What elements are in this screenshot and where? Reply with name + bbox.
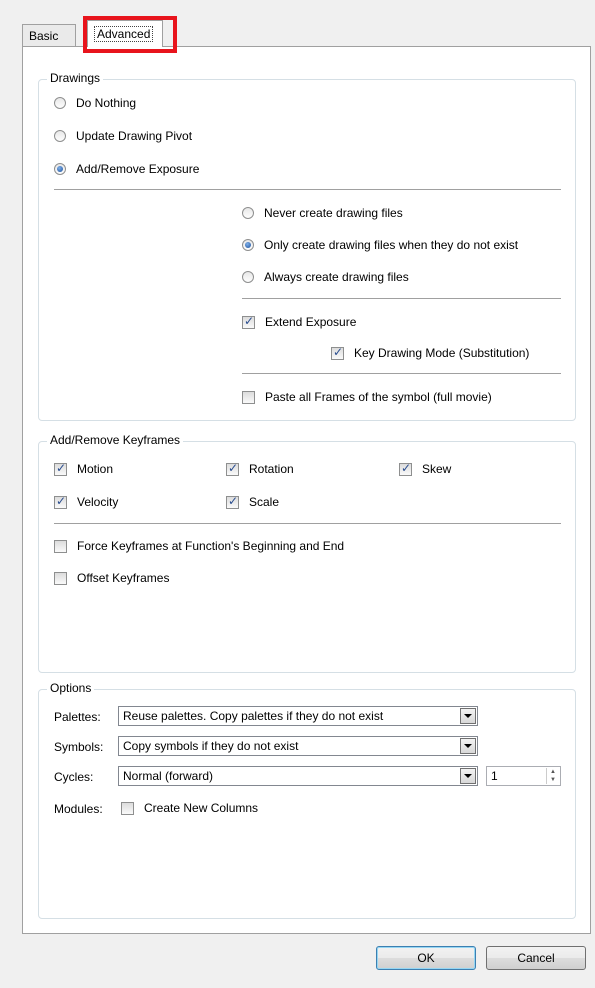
drawings-group: Drawings Do Nothing Update Drawing Pivot… [38, 71, 576, 421]
drawings-separator-1 [54, 189, 561, 190]
radio-indicator [242, 239, 254, 251]
checkbox-indicator [226, 494, 239, 509]
options-group: Options Palettes: Reuse palettes. Copy p… [38, 681, 576, 919]
checkbox-indicator [242, 390, 255, 404]
radio-always-create-files[interactable]: Always create drawing files [242, 270, 409, 284]
checkbox-motion[interactable]: Motion [54, 461, 114, 476]
palettes-dropdown[interactable]: Reuse palettes. Copy palettes if they do… [118, 706, 478, 726]
radio-update-drawing-pivot[interactable]: Update Drawing Pivot [54, 129, 192, 143]
checkbox-create-new-columns[interactable]: Create New Columns [121, 801, 258, 815]
tab-basic-label: Basic [29, 29, 59, 43]
radio-label: Only create drawing files when they do n… [264, 238, 519, 252]
checkbox-label: Offset Keyframes [77, 571, 170, 585]
radio-only-create-files[interactable]: Only create drawing files when they do n… [242, 238, 518, 252]
checkbox-label: Force Keyframes at Function's Beginning … [77, 539, 345, 553]
modules-label: Modules: [54, 802, 103, 816]
checkbox-label: Create New Columns [144, 801, 259, 815]
cycles-dropdown[interactable]: Normal (forward) [118, 766, 478, 786]
options-group-title: Options [47, 681, 95, 695]
radio-label: Add/Remove Exposure [76, 162, 200, 176]
checkbox-skew[interactable]: Skew [399, 461, 452, 476]
symbols-dropdown[interactable]: Copy symbols if they do not exist [118, 736, 478, 756]
drawings-group-title: Drawings [47, 71, 104, 85]
drawings-separator-3 [242, 373, 561, 374]
radio-indicator [242, 207, 254, 219]
radio-never-create-files[interactable]: Never create drawing files [242, 206, 403, 220]
cycles-label: Cycles: [54, 770, 94, 784]
tab-advanced-label: Advanced [94, 26, 154, 42]
radio-indicator [54, 97, 66, 109]
chevron-down-icon[interactable] [460, 738, 476, 754]
radio-label: Update Drawing Pivot [76, 129, 193, 143]
radio-do-nothing[interactable]: Do Nothing [54, 96, 136, 110]
tab-advanced[interactable]: Advanced [87, 20, 163, 47]
spin-arrows-icon[interactable]: ▲ ▼ [546, 768, 559, 784]
cancel-button[interactable]: Cancel [486, 946, 586, 970]
tab-basic[interactable]: Basic [22, 24, 76, 46]
checkbox-label: Key Drawing Mode (Substitution) [354, 346, 530, 360]
checkbox-indicator [121, 801, 134, 815]
ok-button[interactable]: OK [376, 946, 476, 970]
advanced-panel: Drawings Do Nothing Update Drawing Pivot… [22, 46, 591, 934]
checkbox-label: Paste all Frames of the symbol (full mov… [265, 390, 492, 404]
symbols-label: Symbols: [54, 740, 104, 754]
checkbox-label: Skew [422, 462, 452, 476]
checkbox-paste-all-frames[interactable]: Paste all Frames of the symbol (full mov… [242, 390, 492, 404]
radio-indicator [54, 163, 66, 175]
checkbox-rotation[interactable]: Rotation [226, 461, 294, 476]
chevron-down-icon[interactable] [460, 768, 476, 784]
palettes-label: Palettes: [54, 710, 101, 724]
radio-label: Always create drawing files [264, 270, 409, 284]
radio-add-remove-exposure[interactable]: Add/Remove Exposure [54, 162, 199, 176]
checkbox-key-drawing-mode[interactable]: Key Drawing Mode (Substitution) [331, 345, 530, 360]
checkbox-label: Velocity [77, 495, 119, 509]
checkbox-indicator [331, 345, 344, 360]
checkbox-extend-exposure[interactable]: Extend Exposure [242, 314, 357, 329]
checkbox-label: Scale [249, 495, 280, 509]
checkbox-indicator [54, 461, 67, 476]
checkbox-indicator [226, 461, 239, 476]
keyframes-group-title: Add/Remove Keyframes [47, 433, 184, 447]
radio-label: Never create drawing files [264, 206, 403, 220]
checkbox-velocity[interactable]: Velocity [54, 494, 119, 509]
checkbox-label: Rotation [249, 462, 294, 476]
cancel-button-label: Cancel [517, 951, 555, 965]
checkbox-label: Extend Exposure [265, 315, 357, 329]
cycles-count-spinbox[interactable]: 1 ▲ ▼ [486, 766, 561, 786]
checkbox-label: Motion [77, 462, 114, 476]
symbols-value: Copy symbols if they do not exist [123, 739, 299, 753]
checkbox-force-keyframes[interactable]: Force Keyframes at Function's Beginning … [54, 539, 344, 553]
radio-label: Do Nothing [76, 96, 137, 110]
palettes-value: Reuse palettes. Copy palettes if they do… [123, 709, 384, 723]
chevron-down-icon[interactable] [460, 708, 476, 724]
ok-button-label: OK [417, 951, 435, 965]
cycles-value: Normal (forward) [123, 769, 214, 783]
checkbox-offset-keyframes[interactable]: Offset Keyframes [54, 571, 169, 585]
drawings-separator-2 [242, 298, 561, 299]
checkbox-indicator [54, 539, 67, 553]
radio-indicator [242, 271, 254, 283]
radio-indicator [54, 130, 66, 142]
checkbox-indicator [242, 314, 255, 329]
checkbox-scale[interactable]: Scale [226, 494, 280, 509]
checkbox-indicator [399, 461, 412, 476]
checkbox-indicator [54, 571, 67, 585]
keyframes-group: Add/Remove Keyframes Motion Rotation Ske… [38, 433, 576, 673]
keyframes-separator [54, 523, 561, 524]
cycles-count-value: 1 [491, 769, 498, 783]
checkbox-indicator [54, 494, 67, 509]
